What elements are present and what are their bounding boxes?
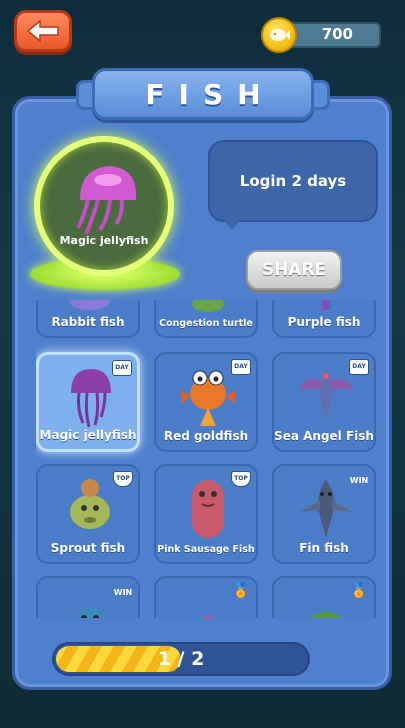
unlock-requirement-text: Login 2 days xyxy=(239,172,347,190)
featured-fish-frame xyxy=(34,136,174,276)
fish-card-fin-fish[interactable]: WIN Fin fish xyxy=(272,464,376,564)
share-button-label: SHARE xyxy=(261,260,327,280)
pink-fish-icon xyxy=(202,616,214,618)
fish-card-label: Pink Sausage Fish xyxy=(157,544,255,555)
magic-jellyfish-icon xyxy=(71,369,111,428)
fish-card-rabbit-fish[interactable]: Rabbit fish xyxy=(36,300,140,338)
fin-fish-icon xyxy=(300,480,352,538)
fish-card-sea-angel-fish[interactable]: DAY Sea Angel Fish xyxy=(272,352,376,452)
fish-card-label: Rabbit fish xyxy=(51,315,125,329)
rabbit-fish-icon xyxy=(70,300,110,310)
sea-angel-fish-icon xyxy=(300,370,352,422)
fish-card-label: Purple fish xyxy=(287,315,361,329)
pink-sausage-fish-icon xyxy=(192,480,224,538)
fish-card-pink-sausage-fish[interactable]: TOP Pink Sausage Fish xyxy=(154,464,258,564)
green-fish-icon xyxy=(310,612,342,618)
blue-fish-icon xyxy=(74,608,106,618)
featured-fish-name: Magic jellyfish xyxy=(59,234,149,247)
coin-amount: 700 xyxy=(321,25,353,43)
fish-card-label: Magic jellyfish xyxy=(39,428,137,442)
purple-fish-icon xyxy=(322,300,330,310)
page-progress-bar: 1 / 2 xyxy=(52,642,310,676)
panel-title: FISH xyxy=(145,77,275,111)
fish-card-locked[interactable]: 🏅 xyxy=(272,576,376,618)
panel-title-plate: FISH xyxy=(92,68,314,120)
fish-card-purple-fish[interactable]: Purple fish xyxy=(272,300,376,338)
congestion-turtle-icon xyxy=(192,300,224,312)
red-goldfish-icon xyxy=(180,370,236,426)
fish-card-label: Sea Angel Fish xyxy=(274,429,374,443)
fish-card-label: Congestion turtle xyxy=(159,318,253,329)
fish-card-red-goldfish[interactable]: DAY Red goldfish xyxy=(154,352,258,452)
fish-card-label: Sprout fish xyxy=(50,541,126,555)
magic-jellyfish-icon xyxy=(76,166,137,235)
page-indicator-text: 1 / 2 xyxy=(157,648,205,670)
fish-card-congestion-turtle[interactable]: Congestion turtle xyxy=(154,300,258,338)
fish-card-locked[interactable]: 🏅 xyxy=(154,576,258,618)
fish-card-magic-jellyfish[interactable]: DAY Magic jellyfish xyxy=(36,352,140,452)
speech-bubble-tail xyxy=(222,218,242,230)
fish-card-locked[interactable]: WIN xyxy=(36,576,140,618)
fish-card-label: Red goldfish xyxy=(163,429,249,443)
back-button[interactable] xyxy=(14,10,72,52)
fish-collection-grid: Rabbit fish Congestion turtle Purple fis… xyxy=(36,300,376,618)
sprout-fish-icon xyxy=(70,479,110,529)
share-button[interactable]: SHARE xyxy=(246,250,342,290)
fish-card-label: Fin fish xyxy=(299,541,349,555)
coin-counter: 700 xyxy=(285,22,381,48)
unlock-requirement-bubble: Login 2 days xyxy=(208,140,378,222)
gold-fish-coin-icon xyxy=(261,17,297,53)
arrow-left-icon xyxy=(26,19,59,43)
fish-card-sprout-fish[interactable]: TOP Sprout fish xyxy=(36,464,140,564)
